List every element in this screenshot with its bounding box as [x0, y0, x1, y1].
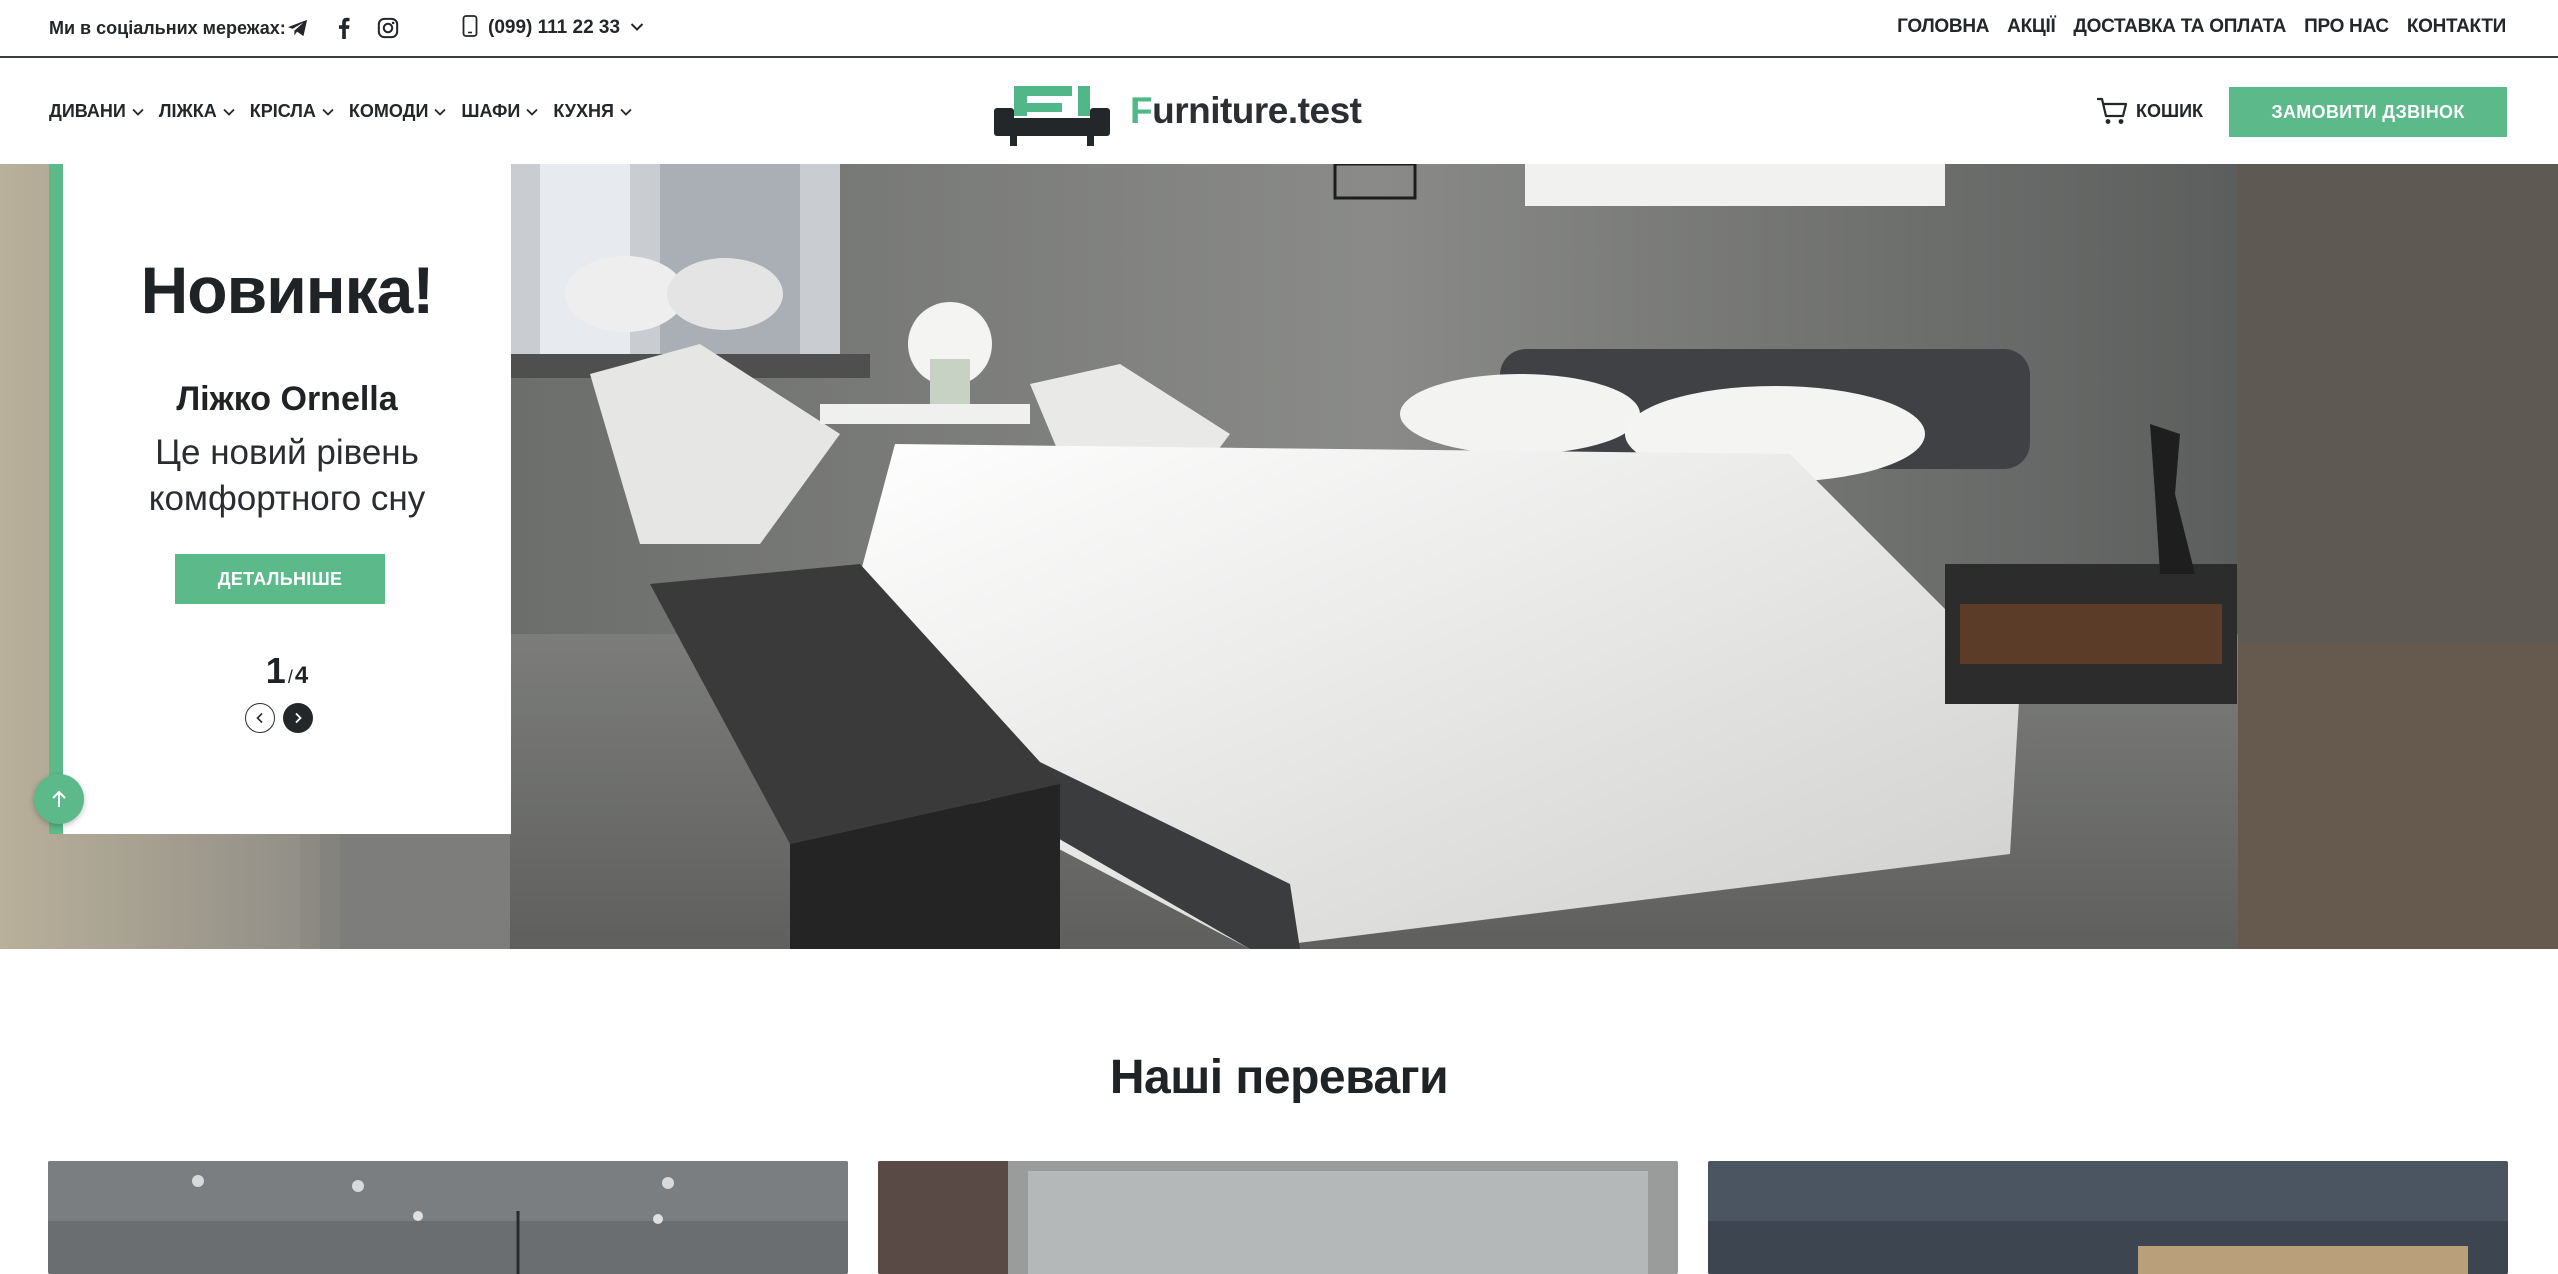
advantage-card[interactable]	[878, 1161, 1678, 1274]
category-label: КРІСЛА	[249, 101, 316, 121]
cart-icon	[2097, 97, 2128, 124]
slide-product-title: Ліжко Ornella	[176, 380, 398, 418]
chevron-down-icon	[132, 108, 144, 116]
scroll-to-top-button[interactable]	[34, 774, 84, 824]
interior-photo	[878, 1161, 1678, 1274]
logo-text: Furniture.test	[1130, 90, 1362, 132]
chevron-down-icon	[526, 108, 538, 116]
top-navigation: ГОЛОВНА АКЦІЇ ДОСТАВКА ТА ОПЛАТА ПРО НАС…	[1897, 16, 2506, 38]
top-bar: Ми в соціальних мережах: (099) 111 22 33…	[0, 0, 2558, 58]
category-sofas[interactable]: ДИВАНИ	[49, 101, 144, 122]
slide-description: Це новий рівень комфортного сну	[148, 433, 426, 518]
category-label: ЛІЖКА	[158, 101, 217, 121]
category-label: КУХНЯ	[553, 101, 614, 121]
social-label: Ми в соціальних мережах:	[49, 18, 286, 38]
nav-link-contacts[interactable]: КОНТАКТИ	[2407, 16, 2506, 38]
site-logo[interactable]: Furniture.test	[990, 72, 1370, 152]
instagram-icon[interactable]	[374, 14, 402, 42]
advantages-heading: Наші переваги	[1103, 1050, 1449, 1105]
chevron-down-icon	[223, 108, 235, 116]
slide-separator: /	[287, 667, 293, 687]
arrow-up-icon	[52, 790, 66, 807]
details-button[interactable]: ДЕТАЛЬНІШЕ	[175, 554, 385, 604]
category-wardrobes[interactable]: ШАФИ	[461, 101, 538, 122]
nav-link-promotions[interactable]: АКЦІЇ	[2007, 16, 2056, 38]
slide-counter: 1/4	[63, 650, 511, 692]
sofa-logo-icon	[994, 86, 1110, 146]
phone-icon	[462, 14, 478, 42]
advantages-heading-text: Наші переваги	[1109, 1051, 1449, 1104]
logo-name: urniture.test	[1152, 90, 1362, 131]
slide-info-card: Новинка! Ліжко Ornella Це новий рівень к…	[49, 164, 511, 834]
chevron-left-icon	[256, 712, 263, 724]
order-call-button[interactable]: ЗАМОВИТИ ДЗВІНОК	[2229, 87, 2507, 137]
advantages-heading-wrap: Наші переваги	[0, 1050, 2558, 1105]
advantages-cards	[48, 1161, 2508, 1274]
category-label: ШАФИ	[461, 101, 521, 121]
facebook-icon[interactable]	[330, 14, 358, 42]
nav-link-about[interactable]: ПРО НАС	[2304, 16, 2389, 38]
nav-link-delivery[interactable]: ДОСТАВКА ТА ОПЛАТА	[2073, 16, 2286, 38]
current-slide-number: 1	[265, 650, 286, 691]
total-slides-number: 4	[294, 662, 309, 689]
slide-badge: Новинка!	[140, 253, 435, 327]
main-header: ДИВАНИ ЛІЖКА КРІСЛА КОМОДИ ШАФИ КУХНЯ Fu…	[0, 58, 2558, 164]
phone-dropdown[interactable]: (099) 111 22 33	[462, 14, 644, 42]
chevron-down-icon[interactable]	[630, 19, 644, 37]
delivery-photo	[1708, 1161, 2508, 1274]
category-kitchen[interactable]: КУХНЯ	[553, 101, 632, 122]
chevron-down-icon	[322, 108, 334, 116]
next-slide-button[interactable]	[283, 703, 313, 733]
telegram-icon[interactable]	[284, 14, 312, 42]
category-beds[interactable]: ЛІЖКА	[159, 101, 235, 122]
category-label: ДИВАНИ	[49, 101, 126, 121]
chevron-down-icon	[620, 108, 632, 116]
cart-label: КОШИК	[2136, 100, 2203, 121]
interior-photo	[48, 1161, 848, 1274]
advantage-card[interactable]	[1708, 1161, 2508, 1274]
chevron-right-icon	[295, 712, 302, 724]
chevron-down-icon	[434, 108, 447, 116]
phone-number[interactable]: (099) 111 22 33	[488, 17, 620, 39]
advantage-card[interactable]	[48, 1161, 848, 1274]
category-dressers[interactable]: КОМОДИ	[349, 101, 447, 122]
category-armchairs[interactable]: КРІСЛА	[250, 101, 334, 122]
prev-slide-button[interactable]	[245, 703, 275, 733]
category-label: КОМОДИ	[348, 101, 429, 121]
nav-link-home[interactable]: ГОЛОВНА	[1897, 16, 1989, 38]
cart-link[interactable]: КОШИК	[2096, 96, 2203, 126]
logo-letter: F	[1130, 90, 1153, 131]
hero-slider: Новинка! Ліжко Ornella Це новий рівень к…	[0, 164, 2558, 949]
category-navigation: ДИВАНИ ЛІЖКА КРІСЛА КОМОДИ ШАФИ КУХНЯ	[49, 101, 632, 122]
